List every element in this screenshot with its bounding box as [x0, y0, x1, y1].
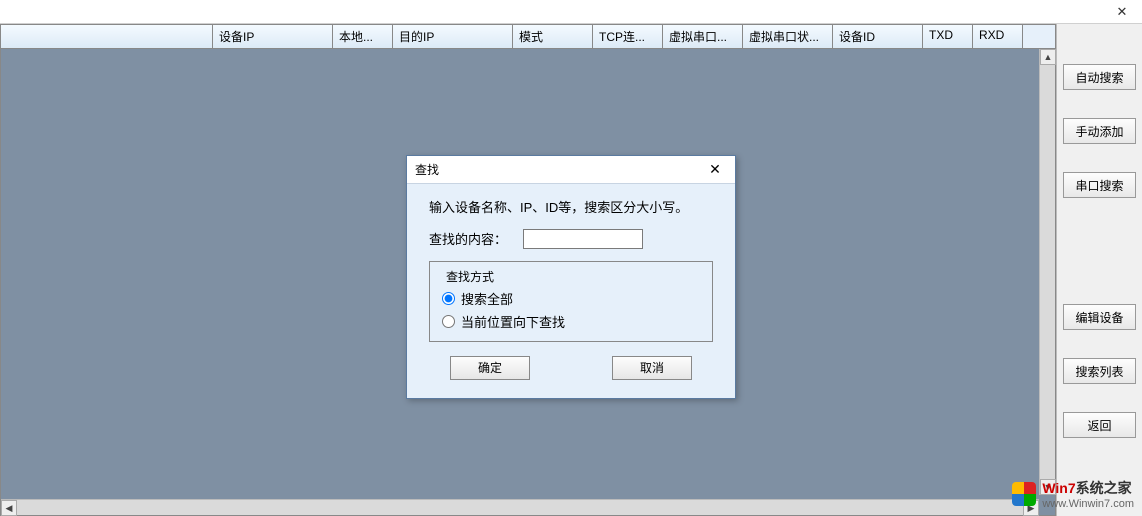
- radio-search-down[interactable]: [442, 315, 455, 328]
- scroll-left-button[interactable]: ◀: [1, 500, 17, 516]
- edit-device-button[interactable]: 编辑设备: [1063, 304, 1136, 330]
- radio-search-all-row: 搜索全部: [442, 289, 700, 308]
- right-sidebar: 自动搜索 手动添加 串口搜索 编辑设备 搜索列表 返回: [1056, 24, 1142, 516]
- search-input-row: 查找的内容：: [429, 229, 713, 249]
- column-header-5[interactable]: TCP连...: [593, 25, 663, 48]
- ok-button[interactable]: 确定: [450, 356, 530, 380]
- sidebar-spacer: [1063, 226, 1136, 276]
- cancel-button[interactable]: 取消: [612, 356, 692, 380]
- radio-search-down-row: 当前位置向下查找: [442, 312, 700, 331]
- radio-search-all[interactable]: [442, 292, 455, 305]
- horizontal-scrollbar[interactable]: ◀ ▶: [1, 499, 1039, 515]
- column-header-2[interactable]: 本地...: [333, 25, 393, 48]
- column-header-7[interactable]: 虚拟串口状...: [743, 25, 833, 48]
- column-header-6[interactable]: 虚拟串口...: [663, 25, 743, 48]
- device-grid: 设备IP本地...目的IP模式TCP连...虚拟串口...虚拟串口状...设备I…: [0, 24, 1056, 516]
- column-header-10[interactable]: RXD: [973, 25, 1023, 48]
- grid-header-row: 设备IP本地...目的IP模式TCP连...虚拟串口...虚拟串口状...设备I…: [1, 25, 1055, 49]
- column-header-3[interactable]: 目的IP: [393, 25, 513, 48]
- search-input-label: 查找的内容：: [429, 229, 507, 248]
- column-header-8[interactable]: 设备ID: [833, 25, 923, 48]
- column-header-4[interactable]: 模式: [513, 25, 593, 48]
- search-method-legend: 查找方式: [442, 268, 498, 285]
- dialog-button-row: 确定 取消: [429, 356, 713, 380]
- scroll-up-button[interactable]: ▲: [1040, 49, 1056, 65]
- column-header-1[interactable]: 设备IP: [213, 25, 333, 48]
- auto-search-button[interactable]: 自动搜索: [1063, 64, 1136, 90]
- dialog-title: 查找: [415, 161, 439, 178]
- window-titlebar: ✕: [0, 0, 1142, 24]
- dialog-titlebar[interactable]: 查找 ✕: [407, 156, 735, 184]
- column-header-0[interactable]: [1, 25, 213, 48]
- scroll-right-button[interactable]: ▶: [1023, 500, 1039, 516]
- vertical-scrollbar[interactable]: ▲ ▼: [1039, 49, 1055, 495]
- search-list-button[interactable]: 搜索列表: [1063, 358, 1136, 384]
- search-method-fieldset: 查找方式 搜索全部 当前位置向下查找: [429, 261, 713, 342]
- scroll-down-button[interactable]: ▼: [1040, 479, 1056, 495]
- find-dialog: 查找 ✕ 输入设备名称、IP、ID等，搜索区分大小写。 查找的内容： 查找方式 …: [406, 155, 736, 399]
- radio-search-all-label: 搜索全部: [461, 289, 513, 308]
- back-button[interactable]: 返回: [1063, 412, 1136, 438]
- dialog-close-button[interactable]: ✕: [703, 160, 727, 180]
- column-header-9[interactable]: TXD: [923, 25, 973, 48]
- search-input[interactable]: [523, 229, 643, 249]
- dialog-body: 输入设备名称、IP、ID等，搜索区分大小写。 查找的内容： 查找方式 搜索全部 …: [407, 184, 735, 398]
- manual-add-button[interactable]: 手动添加: [1063, 118, 1136, 144]
- main-area: 设备IP本地...目的IP模式TCP连...虚拟串口...虚拟串口状...设备I…: [0, 24, 1142, 516]
- radio-search-down-label: 当前位置向下查找: [461, 312, 565, 331]
- dialog-message: 输入设备名称、IP、ID等，搜索区分大小写。: [429, 198, 713, 219]
- window-close-button[interactable]: ✕: [1102, 0, 1142, 24]
- serial-search-button[interactable]: 串口搜索: [1063, 172, 1136, 198]
